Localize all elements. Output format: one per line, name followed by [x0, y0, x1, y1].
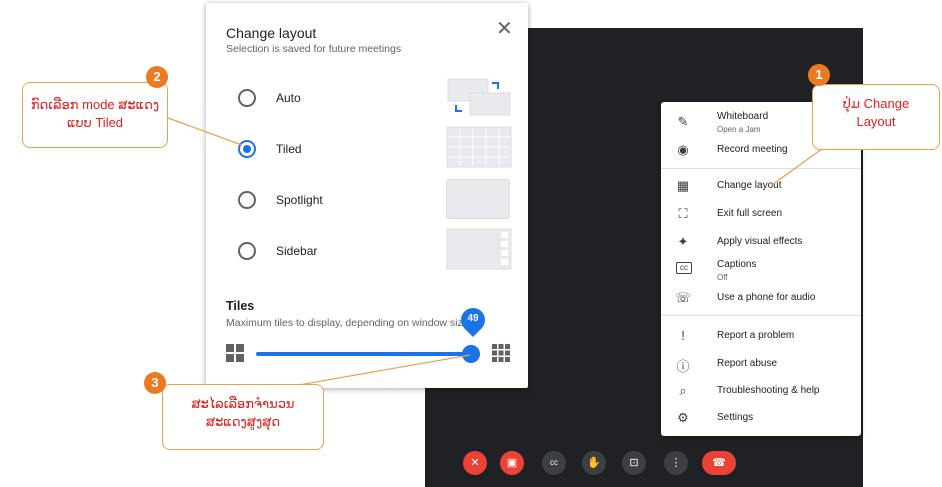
- callout-text: ກົດເລືອກ mode ສະແດງແບບ Tiled: [30, 97, 160, 130]
- step-badge-3: 3: [144, 372, 166, 394]
- step-badge-1: 1: [808, 64, 830, 86]
- callout-slider: ສະໄລເລືອກຈຳນວນ ສະແດງສູງສຸດ: [162, 384, 324, 450]
- callout-change-layout: ປຸ່ມ Change Layout: [812, 84, 940, 150]
- callout-text: ສະໄລເລືອກຈຳນວນ ສະແດງສູງສຸດ: [191, 396, 295, 429]
- annotation-arrows: [167, 117, 863, 398]
- callout-text: ປຸ່ມ Change Layout: [842, 96, 910, 129]
- callout-tiled-mode: ກົດເລືອກ mode ສະແດງແບບ Tiled: [22, 82, 168, 148]
- step-badge-2: 2: [146, 66, 168, 88]
